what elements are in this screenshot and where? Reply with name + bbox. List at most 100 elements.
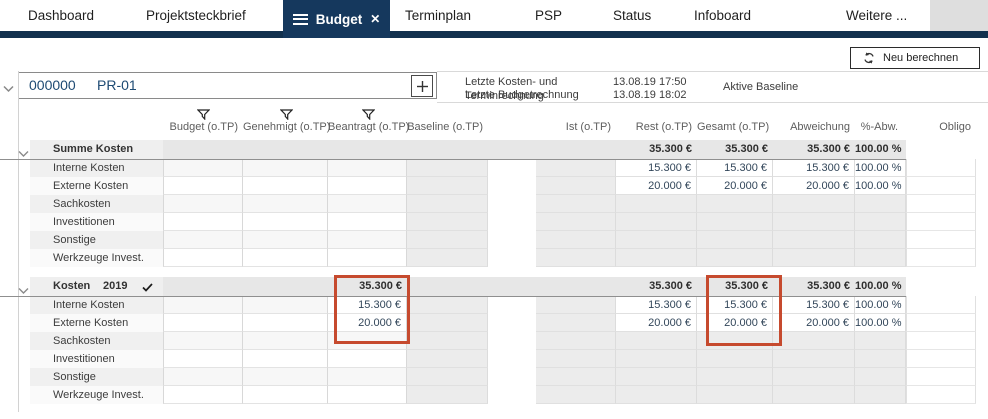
cell-ist (536, 296, 616, 314)
cell-gesamt (697, 231, 773, 249)
cell-budget[interactable] (163, 195, 243, 213)
cell-genehmigt[interactable] (243, 296, 328, 314)
cell-beantragt[interactable] (328, 249, 407, 267)
cell-baseline (407, 195, 488, 213)
section-total-cell (906, 277, 976, 296)
cell-budget[interactable] (163, 159, 243, 177)
cell-beantragt[interactable]: 20.000 € (328, 314, 407, 332)
cell-genehmigt[interactable] (243, 314, 328, 332)
section-chevron-down-icon[interactable] (18, 282, 29, 300)
project-header[interactable]: 000000 PR-01 (18, 72, 437, 99)
section-total-cell (488, 277, 536, 296)
cell-abweichung: 20.000 € (773, 177, 855, 195)
cell-ist (536, 314, 616, 332)
cell-beantragt[interactable]: 15.300 € (328, 296, 407, 314)
section-header-row[interactable]: Kosten201935.300 €35.300 €35.300 €35.300… (30, 277, 976, 296)
table-row[interactable]: Sonstige (30, 368, 976, 386)
cell-beantragt[interactable] (328, 213, 407, 231)
cell-obligo (906, 195, 976, 213)
cell-beantragt[interactable] (328, 332, 407, 350)
table-row[interactable]: Sonstige (30, 231, 976, 249)
cell-budget[interactable] (163, 249, 243, 267)
cell-gesamt: 20.000 € (697, 177, 773, 195)
cell-budget[interactable] (163, 350, 243, 368)
cell-budget[interactable] (163, 386, 243, 404)
cell-genehmigt[interactable] (243, 350, 328, 368)
column-gap (488, 314, 536, 332)
section-total-cell: 100.00 % (855, 140, 906, 159)
table-row[interactable]: Interne Kosten15.300 €15.300 €15.300 €15… (30, 296, 976, 314)
add-button[interactable] (411, 75, 433, 97)
table-row[interactable]: Interne Kosten15.300 €15.300 €15.300 €10… (30, 159, 976, 177)
cell-obligo (906, 249, 976, 267)
cell-budget[interactable] (163, 177, 243, 195)
tab-terminplan[interactable]: Terminplan (405, 0, 471, 31)
cell-rest: 20.000 € (616, 314, 697, 332)
cell-genehmigt[interactable] (243, 213, 328, 231)
cell-budget[interactable] (163, 213, 243, 231)
cell-genehmigt[interactable] (243, 177, 328, 195)
cell-genehmigt[interactable] (243, 249, 328, 267)
tab-infoboard[interactable]: Infoboard (694, 0, 751, 31)
table-row[interactable]: Externe Kosten20.000 €20.000 €20.000 €20… (30, 314, 976, 332)
recalculate-label: Neu berechnen (883, 52, 958, 64)
cell-beantragt[interactable] (328, 386, 407, 404)
cell-obligo (906, 213, 976, 231)
cell-genehmigt[interactable] (243, 332, 328, 350)
cell-gesamt: 20.000 € (697, 314, 773, 332)
cell-genehmigt[interactable] (243, 368, 328, 386)
filter-icon[interactable] (280, 109, 293, 120)
tab-weitere[interactable]: Weitere ... (846, 0, 907, 31)
header-spacer (488, 121, 536, 133)
cell-beantragt[interactable] (328, 231, 407, 249)
cell-rest (616, 249, 697, 267)
recalculate-button[interactable]: Neu berechnen (850, 47, 980, 69)
cell-beantragt[interactable] (328, 350, 407, 368)
table-row[interactable]: Sachkosten (30, 195, 976, 213)
tab-dashboard[interactable]: Dashboard (28, 0, 94, 31)
close-tab-icon[interactable]: ✕ (370, 12, 380, 26)
cell-abweichung (773, 386, 855, 404)
row-label: Sonstige (30, 231, 163, 249)
cell-genehmigt[interactable] (243, 195, 328, 213)
cell-baseline (407, 386, 488, 404)
column-gap (488, 177, 536, 195)
tab-status[interactable]: Status (613, 0, 651, 31)
cell-genehmigt[interactable] (243, 231, 328, 249)
cell-beantragt[interactable] (328, 195, 407, 213)
table-row[interactable]: Sachkosten (30, 332, 976, 350)
cell-pabw (855, 332, 906, 350)
column-header-genehmigt: Genehmigt (o.TP) (243, 121, 328, 133)
cell-beantragt[interactable] (328, 159, 407, 177)
cell-budget[interactable] (163, 231, 243, 249)
info-label: Letzte Budgetrechnung (465, 88, 613, 102)
cell-budget[interactable] (163, 296, 243, 314)
info-time: 18:02 (659, 88, 699, 102)
tab-projektsteckbrief[interactable]: Projektsteckbrief (146, 0, 246, 31)
cell-beantragt[interactable] (328, 368, 407, 386)
project-chevron-down-icon[interactable] (3, 80, 14, 98)
cell-pabw (855, 350, 906, 368)
table-row[interactable]: Externe Kosten20.000 €20.000 €20.000 €10… (30, 177, 976, 195)
hamburger-icon[interactable] (293, 11, 308, 27)
table-row[interactable]: Werkzeuge Invest. (30, 249, 976, 267)
table-row[interactable]: Werkzeuge Invest. (30, 386, 976, 404)
cell-rest (616, 213, 697, 231)
tab-budget[interactable]: Budget ✕ (283, 0, 390, 38)
tab-psp[interactable]: PSP (535, 0, 562, 31)
filter-icon[interactable] (362, 109, 375, 120)
cell-genehmigt[interactable] (243, 386, 328, 404)
tab-budget-label: Budget (316, 12, 363, 27)
cell-genehmigt[interactable] (243, 159, 328, 177)
filter-icon[interactable] (197, 109, 210, 120)
cell-ist (536, 159, 616, 177)
table-row[interactable]: Investitionen (30, 350, 976, 368)
section-header-row[interactable]: Summe Kosten35.300 €35.300 €35.300 €100.… (30, 140, 976, 159)
cell-budget[interactable] (163, 368, 243, 386)
cell-obligo (906, 159, 976, 177)
cell-budget[interactable] (163, 332, 243, 350)
table-row[interactable]: Investitionen (30, 213, 976, 231)
cell-budget[interactable] (163, 314, 243, 332)
section-chevron-down-icon[interactable] (18, 145, 29, 163)
cell-beantragt[interactable] (328, 177, 407, 195)
